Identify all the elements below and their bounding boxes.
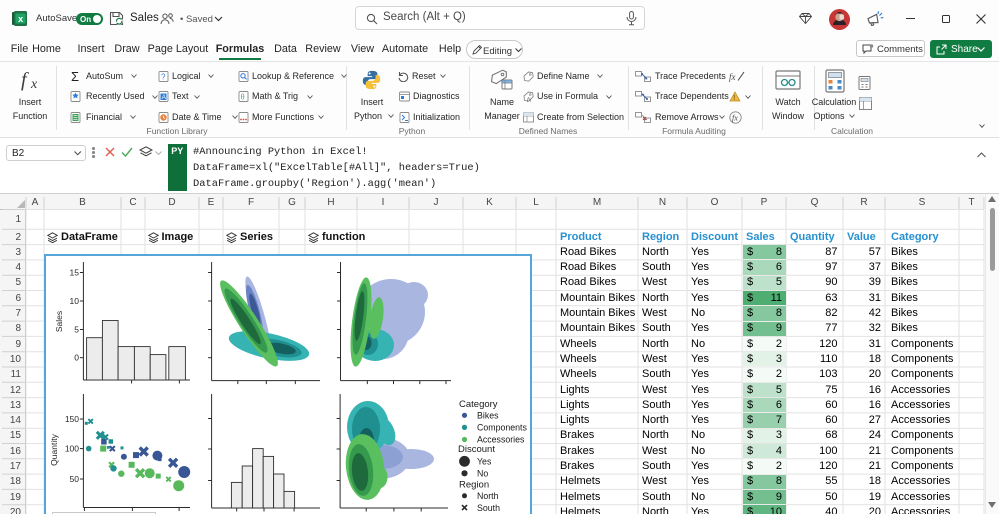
svg-text:Category: Category bbox=[459, 399, 498, 410]
svg-text:Components: Components bbox=[477, 423, 527, 433]
svg-text:x: x bbox=[30, 77, 38, 92]
svg-text:fx: fx bbox=[527, 97, 532, 103]
svg-text:10: 10 bbox=[70, 296, 80, 306]
svg-text:North: North bbox=[477, 491, 499, 501]
svg-text:!: ! bbox=[733, 95, 735, 102]
svg-text:f: f bbox=[21, 69, 29, 91]
svg-text:Sales: Sales bbox=[54, 311, 64, 332]
svg-text:0: 0 bbox=[74, 353, 79, 363]
svg-text:?: ? bbox=[161, 72, 166, 81]
svg-text:Yes: Yes bbox=[477, 457, 492, 467]
svg-text:x: x bbox=[18, 14, 23, 24]
svg-text:θ: θ bbox=[241, 93, 245, 102]
svg-text:Bikes: Bikes bbox=[477, 411, 499, 421]
svg-text:Region: Region bbox=[459, 480, 489, 491]
svg-text:Discount: Discount bbox=[458, 444, 495, 455]
svg-text:50: 50 bbox=[70, 474, 80, 484]
svg-text:15: 15 bbox=[70, 268, 80, 278]
svg-text:Quantity: Quantity bbox=[49, 433, 59, 465]
svg-text:100: 100 bbox=[65, 444, 79, 454]
svg-text:Σ: Σ bbox=[71, 69, 79, 83]
svg-text:5: 5 bbox=[74, 325, 79, 335]
svg-text:fx: fx bbox=[729, 72, 736, 82]
svg-text:No: No bbox=[477, 469, 488, 479]
svg-text:South: South bbox=[477, 503, 500, 513]
svg-text:150: 150 bbox=[65, 414, 79, 424]
svg-text:fx: fx bbox=[732, 114, 738, 123]
svg-text:A: A bbox=[162, 94, 167, 101]
